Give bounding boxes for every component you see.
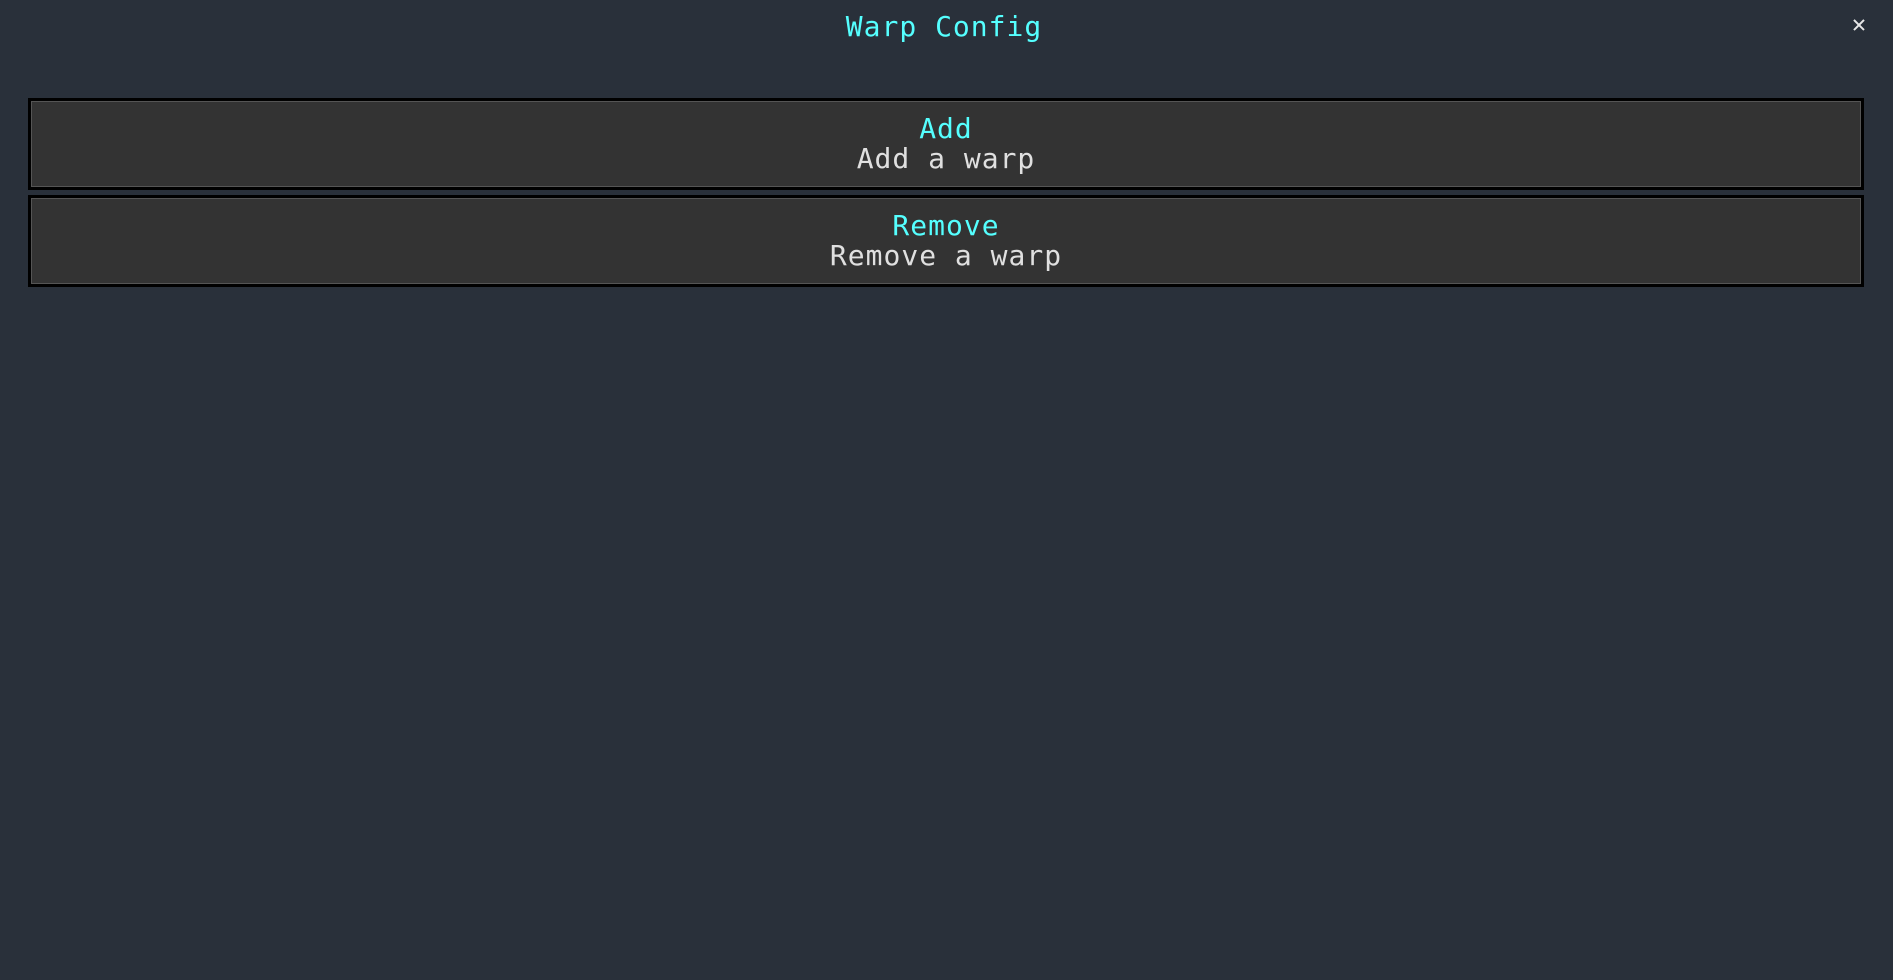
screen-title: Warp Config — [845, 10, 1043, 43]
remove-button-title: Remove — [892, 209, 1000, 242]
remove-button-description: Remove a warp — [829, 239, 1063, 272]
add-button[interactable]: Add Add a warp — [28, 98, 1864, 190]
add-button-description: Add a warp — [856, 142, 1036, 175]
close-icon[interactable]: ✕ — [1847, 12, 1871, 36]
option-list: Add Add a warp Remove Remove a warp — [28, 98, 1864, 292]
add-button-title: Add — [919, 112, 973, 145]
remove-button[interactable]: Remove Remove a warp — [28, 195, 1864, 287]
